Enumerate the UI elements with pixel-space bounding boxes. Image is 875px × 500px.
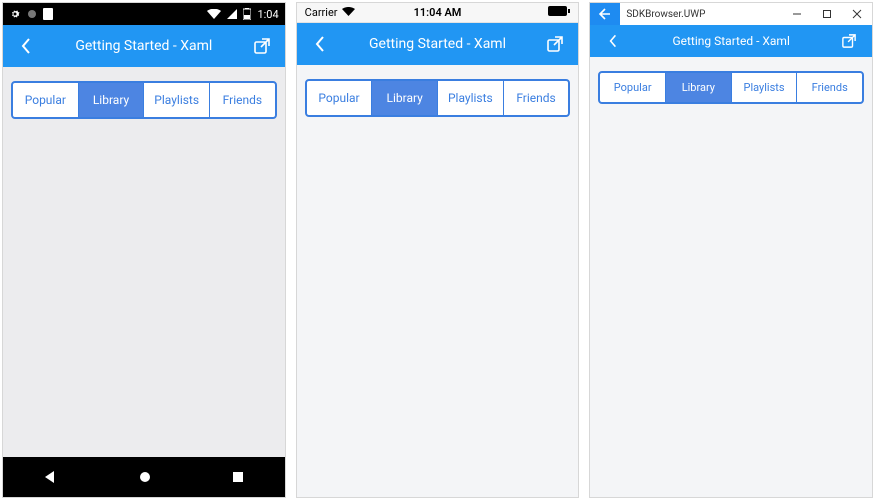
battery-icon	[548, 6, 570, 19]
segment-playlists[interactable]: Playlists	[438, 81, 504, 115]
content-area: Popular Library Playlists Friends	[3, 67, 285, 457]
content-area: Popular Library Playlists Friends	[297, 65, 579, 497]
segment-library[interactable]: Library	[79, 83, 145, 117]
carrier-label: Carrier	[305, 6, 338, 19]
segment-library[interactable]: Library	[666, 73, 732, 102]
segment-playlists[interactable]: Playlists	[732, 73, 798, 102]
nav-home-icon[interactable]	[138, 470, 152, 484]
android-status-bar: 1:04	[3, 3, 285, 25]
segment-library[interactable]: Library	[372, 81, 438, 115]
external-link-button[interactable]	[542, 36, 568, 52]
uwp-shell-back-button[interactable]	[590, 3, 620, 25]
back-button[interactable]	[307, 36, 333, 52]
app-header: Getting Started - Xaml	[3, 25, 285, 67]
ios-device: Carrier 11:04 AM Getting Started - Xaml …	[296, 2, 580, 498]
page-title: Getting Started - Xaml	[626, 34, 836, 48]
android-nav-bar	[3, 457, 285, 497]
segmented-control: Popular Library Playlists Friends	[598, 71, 864, 104]
uwp-window-title: SDKBrowser.UWP	[620, 3, 872, 25]
gear-icon	[9, 8, 21, 20]
segmented-control: Popular Library Playlists Friends	[305, 79, 571, 117]
wifi-icon	[207, 9, 221, 19]
battery-icon	[243, 8, 251, 20]
segment-popular[interactable]: Popular	[13, 83, 79, 117]
content-area: Popular Library Playlists Friends	[590, 57, 872, 497]
segment-friends[interactable]: Friends	[797, 73, 862, 102]
nav-back-icon[interactable]	[43, 470, 57, 484]
segment-friends[interactable]: Friends	[210, 83, 275, 117]
segment-friends[interactable]: Friends	[504, 81, 569, 115]
minimize-button[interactable]	[782, 3, 812, 25]
nav-recent-icon[interactable]	[232, 471, 244, 483]
card-icon	[43, 8, 53, 20]
circle-icon	[27, 9, 37, 19]
ios-status-bar: Carrier 11:04 AM	[297, 3, 579, 23]
page-title: Getting Started - Xaml	[39, 38, 249, 54]
close-button[interactable]	[842, 3, 872, 25]
page-title: Getting Started - Xaml	[333, 36, 543, 52]
back-button[interactable]	[600, 34, 626, 48]
status-time: 1:04	[257, 8, 278, 21]
uwp-device: SDKBrowser.UWP Getting Started - Xaml	[589, 2, 873, 498]
segmented-control: Popular Library Playlists Friends	[11, 81, 277, 119]
app-header: Getting Started - Xaml	[590, 25, 872, 57]
back-button[interactable]	[13, 38, 39, 54]
external-link-button[interactable]	[249, 38, 275, 54]
app-header: Getting Started - Xaml	[297, 23, 579, 65]
segment-popular[interactable]: Popular	[600, 73, 666, 102]
segment-playlists[interactable]: Playlists	[144, 83, 210, 117]
cell-signal-icon	[227, 9, 237, 19]
android-device: 1:04 Getting Started - Xaml Popular Libr…	[2, 2, 286, 498]
maximize-button[interactable]	[812, 3, 842, 25]
segment-popular[interactable]: Popular	[307, 81, 373, 115]
status-time: 11:04 AM	[393, 6, 482, 19]
wifi-icon	[342, 6, 355, 19]
uwp-titlebar-zone: SDKBrowser.UWP	[590, 3, 872, 25]
external-link-button[interactable]	[836, 34, 862, 48]
